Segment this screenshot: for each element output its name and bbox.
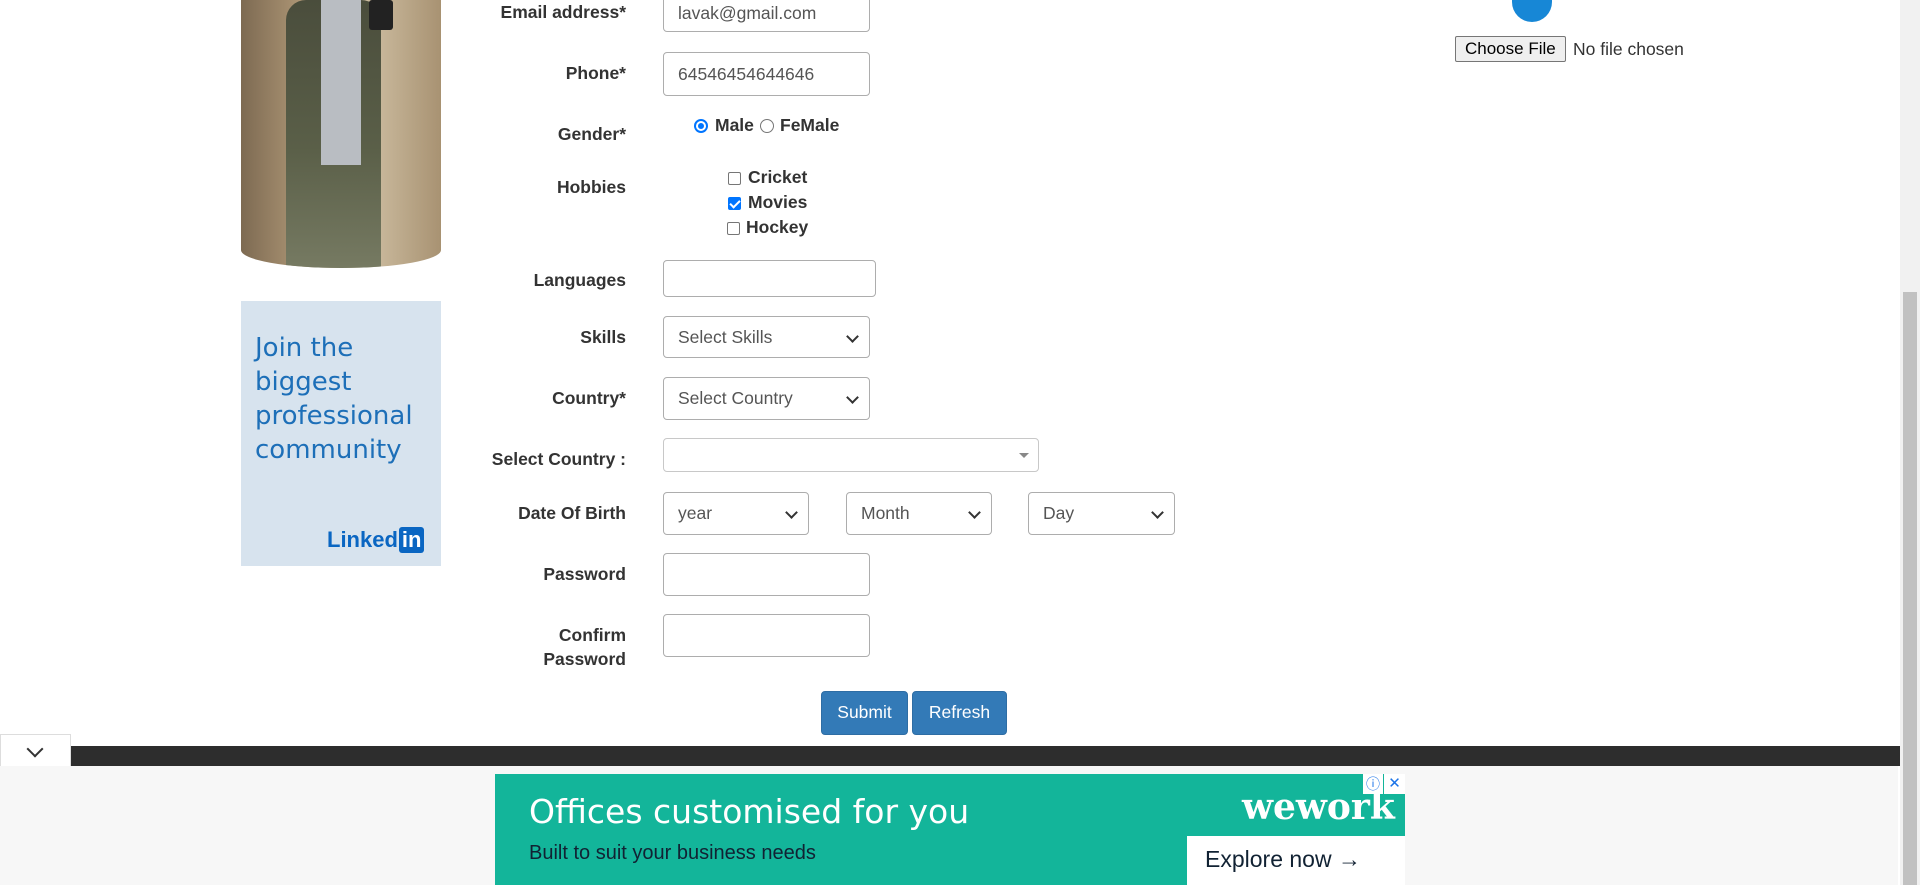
hobby-hockey-checkbox[interactable] [727, 222, 740, 235]
ad-headline: Offices customised for you [529, 792, 970, 831]
email-label: Email address* [500, 2, 626, 22]
gender-label: Gender* [557, 124, 626, 144]
linkedin-ad-headline: Join the biggest professional community [255, 333, 413, 465]
dob-label: Date Of Birth [518, 503, 626, 523]
confirm-password-label: Confirm Password [543, 625, 626, 669]
wework-ad[interactable]: Offices customised for you Built to suit… [495, 774, 1405, 885]
dob-day-select[interactable]: Day [1028, 492, 1175, 535]
choose-file-button[interactable]: Choose File [1455, 36, 1566, 62]
gender-male-radio[interactable] [694, 119, 708, 133]
dob-month-select[interactable]: Month [846, 492, 992, 535]
select-country-label: Select Country : [491, 449, 626, 469]
hobby-cricket-checkbox[interactable] [728, 172, 741, 185]
linkedin-badge: in [398, 527, 425, 553]
file-status-text: No file chosen [1573, 39, 1684, 59]
password-label: Password [543, 564, 626, 584]
phone-label: Phone* [565, 63, 626, 83]
gender-female-label: FeMale [780, 115, 840, 135]
email-field[interactable]: lavak@gmail.com [663, 0, 870, 32]
chevron-down-icon [26, 740, 44, 758]
scrollbar-thumb[interactable] [1903, 292, 1917, 885]
profile-photo [241, 0, 441, 268]
hobby-hockey-label: Hockey [746, 217, 809, 237]
explore-now-button[interactable]: Explore now → [1187, 836, 1405, 885]
linkedin-ad[interactable]: Join the biggest professional community … [241, 301, 441, 566]
collapse-ad-button[interactable] [0, 734, 71, 768]
skills-label: Skills [580, 327, 626, 347]
ad-subline: Built to suit your business needs [529, 842, 816, 864]
phone-field[interactable]: 64546454644646 [663, 52, 870, 96]
gender-female-radio[interactable] [760, 119, 774, 133]
submit-button[interactable]: Submit [821, 691, 908, 735]
hobbies-label: Hobbies [556, 177, 626, 197]
ad-info-icon[interactable]: ⓘ [1363, 774, 1383, 794]
confirm-password-input[interactable] [663, 614, 870, 657]
languages-input[interactable] [663, 260, 876, 297]
hobby-movies-label: Movies [748, 192, 808, 212]
footer-bar [71, 746, 1900, 766]
password-input[interactable] [663, 553, 870, 596]
hobby-movies-checkbox[interactable] [728, 197, 741, 210]
country-label: Country* [552, 388, 626, 408]
hobby-cricket-label: Cricket [748, 167, 808, 187]
dob-year-select[interactable]: year [663, 492, 809, 535]
combobox-arrow-icon[interactable] [1019, 453, 1029, 458]
skills-select[interactable]: Select Skills [663, 316, 870, 358]
country-select[interactable]: Select Country [663, 377, 870, 420]
linkedin-logo: Linked in [327, 527, 425, 553]
photo-phone [369, 0, 393, 30]
languages-label: Languages [533, 270, 626, 290]
upload-gear-icon [1512, 0, 1552, 22]
gender-male-label: Male [715, 115, 754, 135]
photo-shirt [321, 0, 361, 165]
select-country-combobox[interactable] [663, 438, 1039, 472]
refresh-button[interactable]: Refresh [912, 691, 1007, 735]
ad-close-icon[interactable]: ✕ [1384, 774, 1405, 794]
